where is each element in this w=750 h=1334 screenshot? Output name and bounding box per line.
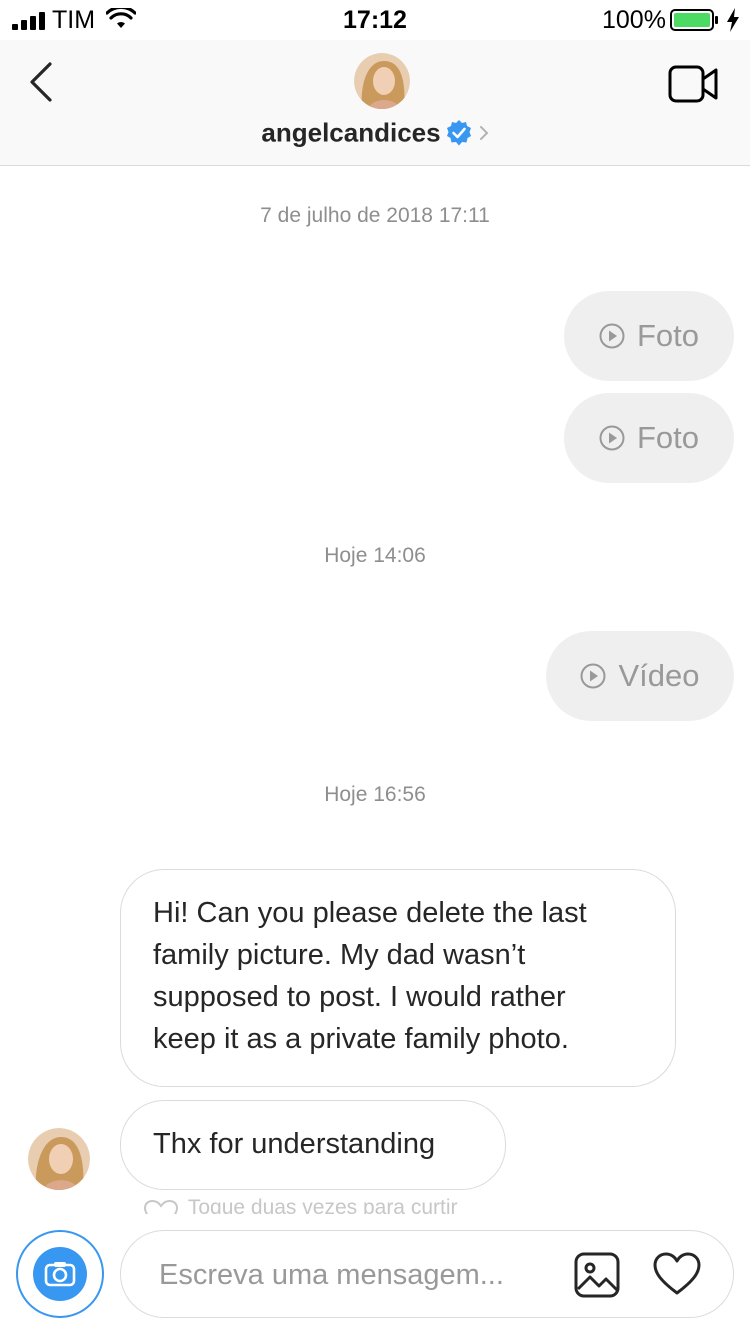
received-message[interactable]: Thx for understanding: [120, 1100, 506, 1190]
thread-header: angelcandices: [0, 40, 750, 166]
username-row[interactable]: angelcandices: [0, 116, 750, 149]
camera-button[interactable]: [16, 1230, 104, 1318]
header-avatar[interactable]: [354, 53, 410, 109]
username[interactable]: angelcandices: [261, 118, 440, 148]
gallery-icon[interactable]: [573, 1251, 621, 1299]
message-line: family picture. My dad wasn’t: [153, 939, 526, 971]
status-bar: TIM 17:12 100%: [0, 0, 750, 40]
message-text: Thx for understanding: [153, 1128, 436, 1160]
message-input[interactable]: [157, 1251, 551, 1299]
like-hint: Toque duas vezes para curtir: [144, 1196, 458, 1214]
message-line: supposed to post. I would rather: [153, 981, 566, 1013]
message-composer: [120, 1230, 734, 1318]
message-label: Vídeo: [618, 658, 700, 693]
sent-photo-message[interactable]: Foto: [564, 393, 734, 483]
like-hint-text: Toque duas vezes para curtir: [187, 1196, 458, 1214]
verified-badge-icon: [446, 120, 471, 146]
video-call-icon[interactable]: [668, 64, 720, 104]
timestamp: 7 de julho de 2018 17:11: [260, 204, 490, 227]
sender-avatar[interactable]: [28, 1128, 90, 1190]
message-label: Foto: [636, 318, 700, 353]
chevron-right-icon: [479, 126, 489, 141]
message-label: Foto: [636, 420, 700, 455]
battery-icon: [670, 9, 718, 31]
sent-video-message[interactable]: Vídeo: [546, 631, 734, 721]
play-circle-icon: [580, 663, 606, 689]
sent-photo-message[interactable]: Foto: [564, 291, 734, 381]
timestamp: Hoje 16:56: [324, 783, 426, 806]
battery-percent: 100%: [602, 6, 666, 34]
charging-bolt-icon: [727, 8, 739, 32]
heart-outline-icon: [144, 1199, 179, 1214]
back-chevron-icon[interactable]: [24, 60, 64, 104]
received-message[interactable]: Hi! Can you please delete the last famil…: [120, 869, 676, 1087]
play-circle-icon: [599, 323, 625, 349]
heart-icon[interactable]: [653, 1251, 701, 1299]
play-circle-icon: [599, 425, 625, 451]
message-line: Hi! Can you please delete the last: [153, 897, 587, 929]
message-line: keep it as a private family photo.: [153, 1023, 569, 1055]
timestamp: Hoje 14:06: [324, 544, 426, 567]
camera-icon: [33, 1247, 87, 1301]
